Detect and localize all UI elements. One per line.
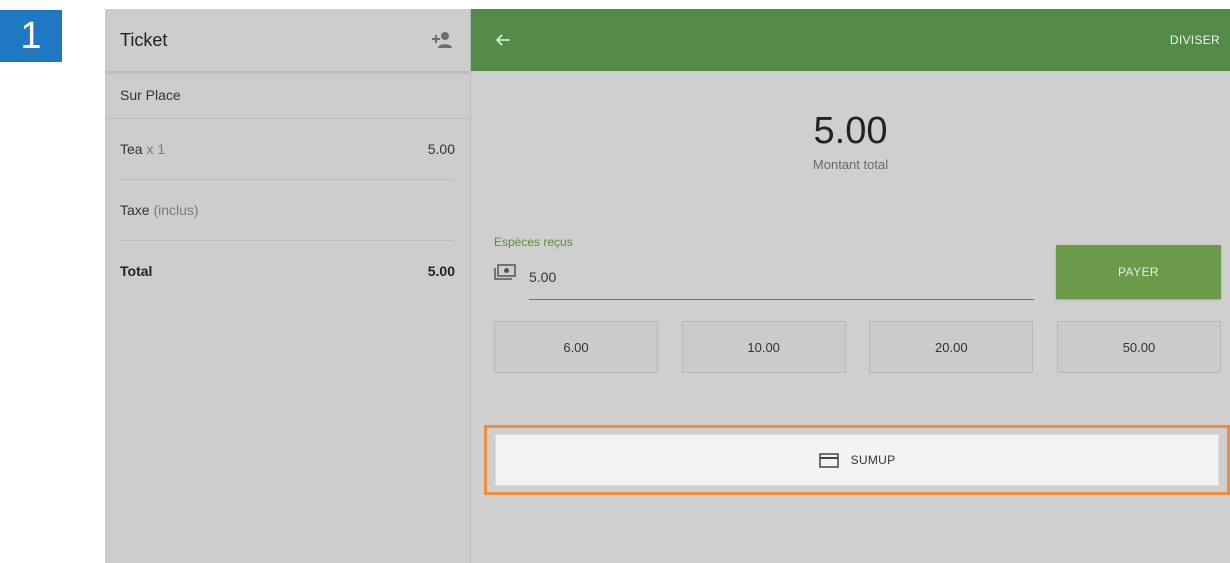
total-amount-label: Montant total (812, 157, 889, 172)
pay-button[interactable]: PAYER (1056, 245, 1221, 299)
credit-card-icon (818, 452, 839, 468)
ticket-title: Ticket (120, 29, 168, 50)
item-price: 5.00 (427, 141, 455, 157)
item-name-qty: Tea x 1 (120, 141, 165, 157)
total-label: Total (120, 263, 153, 279)
dining-option-label: Sur Place (120, 87, 181, 103)
quick-amount-button[interactable]: 6.00 (494, 321, 658, 373)
step-number: 1 (20, 14, 42, 57)
arrow-left-icon[interactable] (495, 29, 517, 51)
sumup-button[interactable]: SUMUP (495, 434, 1219, 486)
item-qty: x 1 (146, 141, 166, 157)
total-amount: 5.00 (813, 110, 888, 152)
total-row: Total 5.00 (120, 241, 455, 301)
quick-amount-button[interactable]: 10.00 (681, 321, 846, 373)
cash-icon (494, 264, 518, 282)
tax-label: Taxe (120, 202, 150, 218)
add-person-icon[interactable] (429, 29, 455, 51)
ticket-panel: Ticket Sur Place Tea x 1 5.00 Taxe (incl… (105, 9, 471, 563)
tax-label-group: Taxe (inclus) (120, 202, 199, 218)
split-button[interactable]: DIVISER (1170, 33, 1220, 47)
quick-amount-buttons: 6.00 10.00 20.00 50.00 (494, 321, 1221, 375)
payment-header: DIVISER (471, 9, 1230, 71)
sumup-label: SUMUP (850, 453, 896, 467)
tax-note: (inclus) (153, 202, 199, 218)
total-value: 5.00 (427, 263, 455, 279)
quick-amount-button[interactable]: 20.00 (869, 321, 1034, 373)
step-number-badge: 1 (0, 10, 62, 62)
dining-option[interactable]: Sur Place (105, 72, 470, 119)
amount-block: 5.00 Montant total (471, 109, 1230, 172)
item-name: Tea (120, 141, 143, 157)
cash-received-label: Espèces reçus (494, 235, 573, 249)
ticket-item-row[interactable]: Tea x 1 5.00 (120, 119, 455, 180)
tax-row: Taxe (inclus) (120, 180, 455, 241)
payment-panel: DIVISER 5.00 Montant total Espèces reçus… (471, 9, 1230, 563)
cash-received-row (494, 259, 1034, 300)
cash-received-input[interactable] (529, 259, 1034, 300)
sumup-highlight-box: SUMUP (484, 425, 1230, 495)
quick-amount-button[interactable]: 50.00 (1056, 321, 1221, 373)
ticket-header: Ticket (105, 9, 470, 72)
pos-screen: Ticket Sur Place Tea x 1 5.00 Taxe (incl… (105, 9, 1230, 563)
